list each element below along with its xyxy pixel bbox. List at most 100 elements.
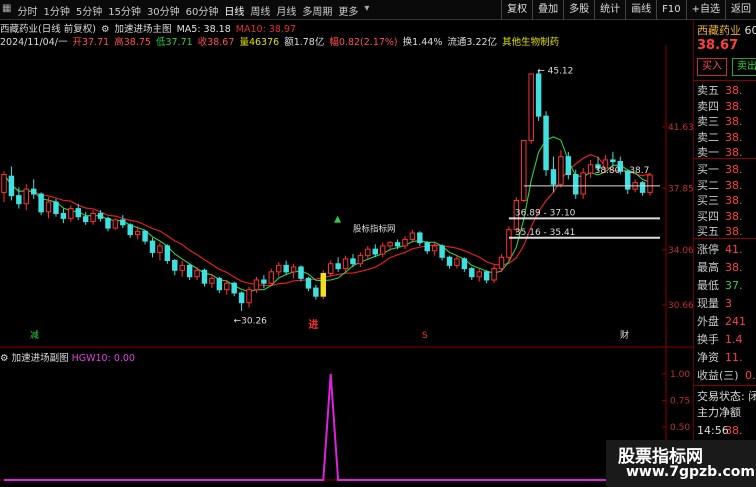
candle-body xyxy=(506,229,512,258)
candle-body xyxy=(313,287,319,297)
bar-low: 低37.71 xyxy=(155,37,193,48)
restore-rights-button[interactable]: 复权 xyxy=(501,0,532,20)
tab-period-4[interactable]: 30分钟 xyxy=(147,3,180,18)
sub-tick-label: 0.75 xyxy=(670,396,690,406)
sub-tick-label: 1.00 xyxy=(670,370,690,380)
main-flow[interactable]: 主力净额 xyxy=(697,404,741,420)
bid-value: 38. xyxy=(725,209,743,223)
ask-value: 38. xyxy=(725,99,743,113)
divider xyxy=(694,385,756,386)
candle-body xyxy=(402,238,408,247)
candle-body xyxy=(365,248,371,257)
draw-line-button[interactable]: 画线 xyxy=(625,0,656,20)
divider xyxy=(694,238,756,239)
stat-row-7: 收益(三) 0. xyxy=(697,367,756,383)
stat-value: 37. xyxy=(725,279,743,292)
price-tick-label: 34.06 xyxy=(668,246,693,256)
tab-period-3[interactable]: 15分钟 xyxy=(108,3,141,18)
bid-label: 买四 xyxy=(697,209,719,223)
candle-body xyxy=(38,193,44,213)
tab-period-5[interactable]: 60分钟 xyxy=(186,3,219,18)
candle-body xyxy=(298,266,304,279)
tab-period-6[interactable]: 日线 xyxy=(224,3,244,18)
candle-body xyxy=(394,242,401,247)
low-price-label: ←30.26 xyxy=(234,316,268,326)
candle-body xyxy=(521,139,527,201)
candle-body xyxy=(127,224,133,236)
stat-label: 最高 xyxy=(697,261,719,274)
tab-period-10[interactable]: 更多 xyxy=(338,3,358,18)
sector-label[interactable]: 其他生物制药 xyxy=(502,37,559,48)
candle-body xyxy=(261,279,267,284)
bid-row-0: 买一 38. xyxy=(697,161,743,177)
candle-body xyxy=(216,277,223,291)
bid-label: 买三 xyxy=(697,194,719,207)
tab-period-0[interactable]: 分时 xyxy=(17,3,37,18)
sell-button[interactable]: 卖出 xyxy=(732,58,756,76)
bar-close: 收38.67 xyxy=(197,37,235,48)
overlay-button[interactable]: 叠加 xyxy=(532,0,563,20)
tab-period-7[interactable]: 周线 xyxy=(250,3,270,18)
grid-icon[interactable]: ▦ xyxy=(2,3,11,18)
tab-period-8[interactable]: 月线 xyxy=(276,3,296,18)
buy-button[interactable]: 买入 xyxy=(697,58,727,76)
candle-body xyxy=(387,242,393,247)
watermark: 股票指标网 www.7gpzb.com xyxy=(606,440,756,487)
bid-row-4: 买五 38. xyxy=(697,223,743,239)
tab-period-2[interactable]: 5分钟 xyxy=(76,3,102,18)
float-cap: 流通3.22亿 xyxy=(447,37,498,48)
sub-indicator-name[interactable]: 加速进场副图 xyxy=(12,353,69,364)
candle-body xyxy=(23,188,30,205)
candle-body xyxy=(60,212,67,219)
stat-row-3: 现量 3 xyxy=(697,295,732,311)
stat-label: 净资 xyxy=(697,351,719,364)
candle-body xyxy=(53,201,59,214)
candle-body xyxy=(201,269,208,284)
candle-body xyxy=(491,268,497,281)
stat-row-0: 涨停 41. xyxy=(697,241,743,257)
statistics-button[interactable]: 统计 xyxy=(594,0,625,20)
candle-body xyxy=(342,258,349,270)
marker-left: 减 xyxy=(30,329,39,341)
f10-button[interactable]: F10 xyxy=(656,0,685,20)
price-tick-label: 41.63 xyxy=(668,123,693,133)
marker-right: 财 xyxy=(620,329,629,341)
candle-body xyxy=(417,232,423,244)
divider xyxy=(694,80,756,81)
add-favorite-button[interactable]: +自选 xyxy=(685,0,725,20)
multi-stock-button[interactable]: 多股 xyxy=(563,0,594,20)
candle-body xyxy=(276,264,282,273)
kline-chart[interactable]: 41.63 37.85 34.06 30.66 38.80 - 38.7 36.89 - … xyxy=(0,20,693,487)
candle-body xyxy=(446,256,453,266)
bid-row-1: 买二 38. xyxy=(697,177,743,193)
bar-volume: 量46376 xyxy=(239,37,280,48)
stat-value: 1.4 xyxy=(725,333,743,346)
candle-body xyxy=(283,264,289,273)
candle-body xyxy=(528,73,534,141)
tab-period-9[interactable]: 多周期 xyxy=(302,3,332,18)
candle-body xyxy=(461,258,468,270)
candle-body xyxy=(476,271,482,278)
back-button[interactable]: 返回 xyxy=(725,0,756,20)
bid-value: 38. xyxy=(725,163,743,176)
candle-body xyxy=(565,156,572,176)
marker-mid: S xyxy=(422,331,428,341)
candle-body xyxy=(90,212,96,223)
candle-body xyxy=(550,169,557,185)
candle-body xyxy=(439,245,445,258)
dropdown-arrow-icon[interactable]: ▾ xyxy=(364,3,369,18)
candle-body xyxy=(573,174,579,195)
ask-label: 卖二 xyxy=(697,130,719,144)
bid-row-2: 买三 38. xyxy=(697,192,743,208)
stat-label: 收益(三) xyxy=(697,369,739,382)
candle-body xyxy=(209,277,215,284)
band2-label: 36.89 - 37.10 xyxy=(515,208,576,218)
info-line-1: 西藏药业(日线 前复权) ⚙ 加速进场主图 MA5: 38.18 MA10: 3… xyxy=(0,21,298,35)
tab-period-1[interactable]: 1分钟 xyxy=(43,3,69,18)
candle-body xyxy=(305,277,312,289)
candle-body xyxy=(350,258,356,265)
trade-status: 交易状态: 闭市 xyxy=(697,390,756,403)
hgw10-line xyxy=(4,373,650,481)
info-line-2: 2024/11/04/一 开37.71 高38.75 低37.71 收38.67… xyxy=(0,34,561,48)
sub-gear-icon[interactable]: ⚙ xyxy=(0,353,9,364)
